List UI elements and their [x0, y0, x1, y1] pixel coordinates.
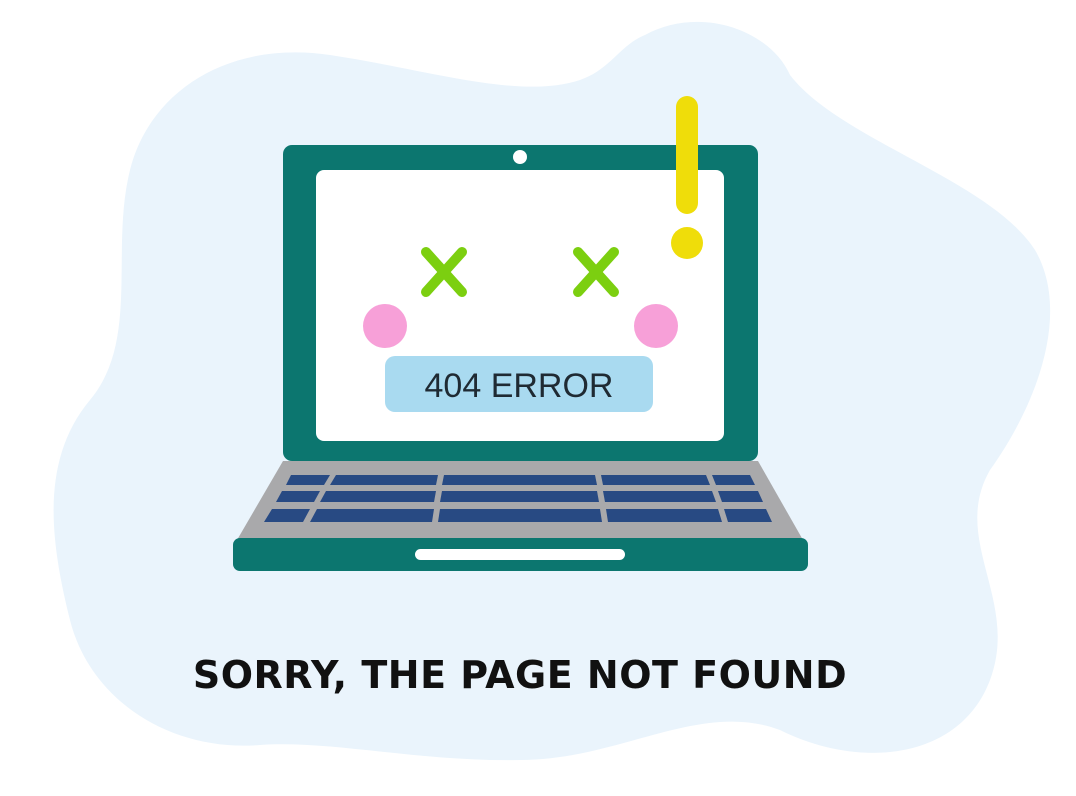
laptop-trackpad — [415, 549, 625, 560]
page-not-found-heading: SORRY, THE PAGE NOT FOUND — [192, 653, 848, 697]
error-page: 404 ERROR SORRY, THE PAGE NOT FOUND — [0, 0, 1076, 796]
error-label: 404 ERROR — [425, 367, 614, 405]
webcam-icon — [513, 150, 527, 164]
left-cheek — [363, 304, 407, 348]
keyboard-keys — [264, 475, 772, 522]
right-cheek — [634, 304, 678, 348]
